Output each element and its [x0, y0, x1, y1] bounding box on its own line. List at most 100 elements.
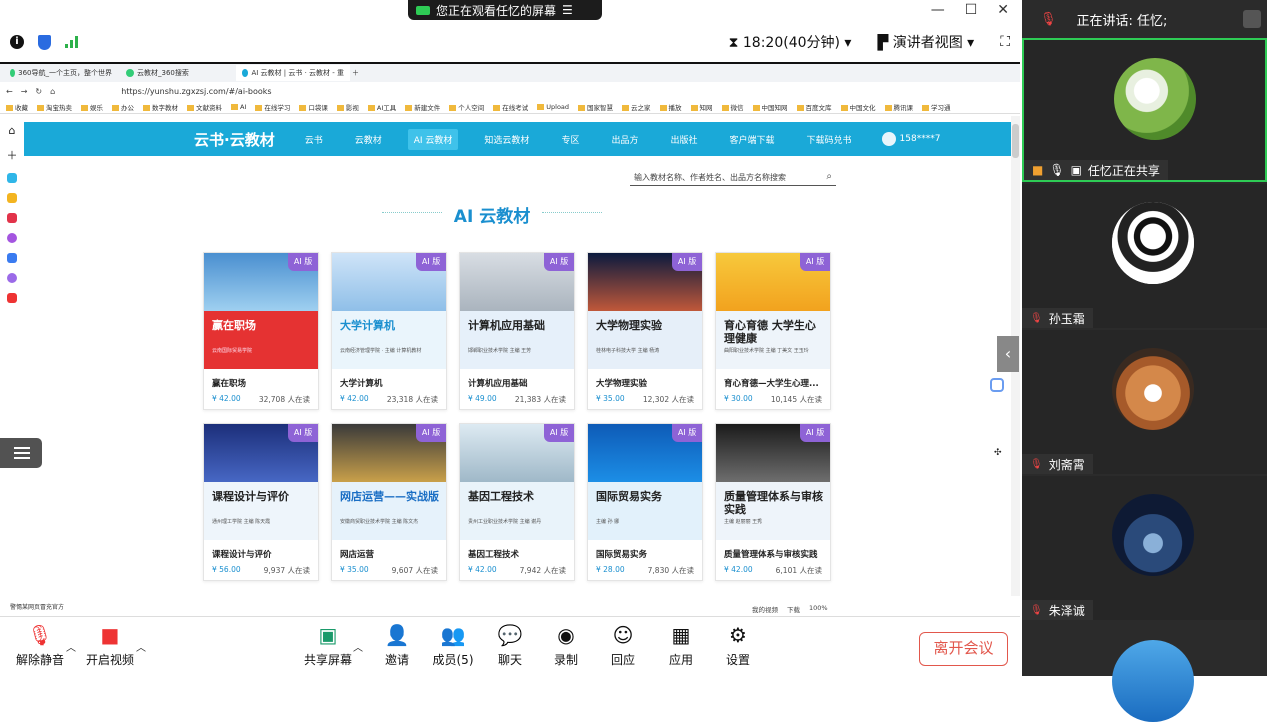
reader-icon[interactable] [990, 378, 1004, 392]
nav-item[interactable]: 知选云教材 [478, 129, 535, 150]
signal-icon[interactable] [65, 36, 78, 48]
browser-bottom-note[interactable]: 警惕某网页冒充官方 [10, 602, 64, 611]
bookmark-item[interactable]: 口袋课 [299, 102, 328, 112]
star-icon[interactable] [7, 193, 17, 203]
nav-item[interactable]: 云教材 [349, 129, 388, 150]
fullscreen-icon[interactable]: ⛶ [1000, 34, 1010, 50]
close-icon[interactable]: ✕ [997, 2, 1009, 18]
app-icon[interactable] [7, 273, 17, 283]
new-tab-icon[interactable]: ＋ [352, 68, 359, 78]
floating-list-button[interactable] [0, 438, 42, 468]
book-card[interactable]: 大学物理实验 桂林电子科技大学 主编 杨涛 AI 版大学物理实验 ¥ 35.00 12,… [587, 252, 703, 410]
bookmark-item[interactable]: 知网 [691, 102, 713, 112]
app-icon[interactable] [7, 173, 17, 183]
bookmark-item[interactable]: 播放 [660, 102, 682, 112]
book-card[interactable]: 国际贸易实务 主编 孙 娜 AI 版国际贸易实务 ¥ 28.00 7,830 人在读 [587, 423, 703, 581]
search-input[interactable]: 输入教材名称、作者姓名、出品方名称搜索 ⌕ [630, 168, 836, 186]
bookmark-item[interactable]: 个人空间 [449, 102, 484, 112]
bookmark-item[interactable]: 淘宝热卖 [37, 102, 72, 112]
book-card[interactable]: 育心育德 大学生心理健康 曲阳职业技术学院 主编 丁美文 王玉玲 AI 版育心育德—… [715, 252, 831, 410]
bookmark-item[interactable]: 腾讯课 [885, 102, 914, 112]
bookmark-item[interactable]: 在线考试 [493, 102, 528, 112]
bookmark-item[interactable]: 新建文件 [405, 102, 440, 112]
screen-share-banner[interactable]: 您正在观看任忆的屏幕 ☰ [408, 0, 602, 20]
meeting-timer[interactable]: ⧗ 18:20(40分钟) ▾ [729, 32, 852, 52]
bookmark-item[interactable]: 娱乐 [81, 102, 103, 112]
bookmark-item[interactable]: 数字教材 [143, 102, 178, 112]
game-icon[interactable] [7, 293, 17, 303]
bookmark-item[interactable]: 中国文化 [841, 102, 876, 112]
settings-button[interactable]: ⚙ 设置 [708, 623, 768, 668]
nav-item[interactable]: 专区 [555, 129, 585, 150]
share-screen-button[interactable]: ▣ 共享屏幕 [298, 623, 358, 668]
url-field[interactable]: https://yunshu.zgxzsj.com/#/ai-books [121, 87, 271, 96]
bookmark-item[interactable]: 办公 [112, 102, 134, 112]
back-icon[interactable]: ← [6, 87, 13, 96]
app-icon[interactable] [7, 233, 17, 243]
invite-button[interactable]: 👤 邀请 [367, 623, 427, 668]
book-card[interactable]: 质量管理体系与审核实践 主编 赵丽丽 王秀 AI 版质量管理体系与审核实践 ¥ 42.… [715, 423, 831, 581]
maximize-icon[interactable]: ☐ [965, 2, 978, 18]
search-icon[interactable]: ⌕ [826, 171, 832, 182]
participant-tile[interactable]: 🎙 刘斋霄 [1022, 330, 1267, 474]
ai-icon[interactable] [7, 253, 17, 263]
chevron-up-icon[interactable]: ︿ [353, 639, 363, 654]
menu-icon[interactable]: ☰ [562, 3, 573, 17]
security-shield-icon[interactable] [38, 34, 51, 50]
bookmark-item[interactable]: AI [231, 103, 246, 111]
nav-item[interactable]: 云书 [299, 129, 329, 150]
book-card[interactable]: 基因工程技术 贵州工业职业技术学院 主编 谢丹 AI 版基因工程技术 ¥ 42.00 7… [459, 423, 575, 581]
bookmark-item[interactable]: 学习通 [922, 102, 951, 112]
status-item[interactable]: 我的视频 [752, 604, 778, 614]
leave-meeting-button[interactable]: 离开会议 [919, 632, 1008, 666]
browser-tab-active[interactable]: AI 云教材 | 云书 · 云教材 - 重 [236, 65, 350, 81]
record-button[interactable]: ◉ 录制 [536, 623, 596, 668]
participant-tile[interactable]: 🎙 朱泽诚 [1022, 476, 1267, 620]
zoom-level[interactable]: 100% [809, 604, 828, 614]
book-card[interactable]: 网店运营——实战版 安徽商贸职业技术学院 主编 陈文杰 AI 版网店运营 ¥ 35.0… [331, 423, 447, 581]
panel-toggle-icon[interactable] [1243, 10, 1261, 28]
bookmark-item[interactable]: 收藏 [6, 102, 28, 112]
react-button[interactable]: ☺ 回应 [593, 623, 653, 668]
nav-item[interactable]: 出品方 [605, 129, 644, 150]
bookmark-item[interactable]: 在线学习 [255, 102, 290, 112]
book-card[interactable]: 赢在职场 云南国际贸易学院 AI 版赢在职场 ¥ 42.00 32,708 人在读 [203, 252, 319, 410]
book-card[interactable]: 计算机应用基础 邯郸职业技术学院 主编 王芳 AI 版计算机应用基础 ¥ 49.00 2… [459, 252, 575, 410]
book-card[interactable]: 大学计算机 云南经济管理学院 · 主编 计算机教材 AI 版大学计算机 ¥ 42.00… [331, 252, 447, 410]
nav-item[interactable]: 下载码兑书 [801, 129, 858, 150]
forward-icon[interactable]: → [21, 87, 28, 96]
book-card[interactable]: 课程设计与评价 通州理工学院 主编 陈天霞 AI 版课程设计与评价 ¥ 56.00 9,… [203, 423, 319, 581]
bookmark-item[interactable]: 国家智慧 [578, 102, 613, 112]
participant-tile[interactable]: ■ 🎙 ▣ 任忆正在共享 [1022, 38, 1267, 182]
members-button[interactable]: 👥 成员(5) [423, 623, 483, 668]
bookmark-item[interactable]: 微信 [722, 102, 744, 112]
apps-button[interactable]: ▦ 应用 [651, 623, 711, 668]
minimize-icon[interactable]: — [931, 2, 945, 18]
add-icon[interactable]: ＋ [7, 147, 18, 163]
participant-tile[interactable]: 🎙 孙玉霜 [1022, 184, 1267, 328]
home-icon[interactable]: ⌂ [9, 124, 16, 137]
view-mode-button[interactable]: ▛ 演讲者视图 ▾ [877, 32, 974, 52]
unmute-button[interactable]: 🎙 解除静音 [10, 623, 70, 668]
app-icon[interactable] [7, 213, 17, 223]
nav-item[interactable]: 出版社 [664, 129, 703, 150]
info-icon[interactable]: i [10, 35, 24, 49]
browser-tab[interactable]: 云教材_360搜索 [120, 65, 234, 81]
browser-tab[interactable]: 360导航_一个主页，整个世界 [4, 65, 118, 81]
tools-icon[interactable]: ✣ [994, 448, 1002, 458]
collapse-arrow-icon[interactable]: ‹ [997, 336, 1019, 372]
bookmark-item[interactable]: 百度文库 [797, 102, 832, 112]
status-item[interactable]: 下载 [787, 604, 800, 614]
bookmark-item[interactable]: 文献资料 [187, 102, 222, 112]
bookmark-item[interactable]: 云之家 [622, 102, 651, 112]
chevron-up-icon[interactable]: ︿ [66, 639, 76, 654]
bookmark-item[interactable]: AI工具 [368, 102, 396, 112]
start-video-button[interactable]: ■ 开启视频 [80, 623, 140, 668]
bookmark-item[interactable]: 中国知网 [753, 102, 788, 112]
nav-item-active[interactable]: AI 云教材 [407, 128, 459, 150]
bookmark-item[interactable]: 影视 [337, 102, 359, 112]
home-icon[interactable]: ⌂ [50, 87, 55, 96]
chevron-up-icon[interactable]: ︿ [136, 639, 146, 654]
chat-button[interactable]: 💬 聊天 [480, 623, 540, 668]
nav-item[interactable]: 客户端下载 [723, 129, 780, 150]
